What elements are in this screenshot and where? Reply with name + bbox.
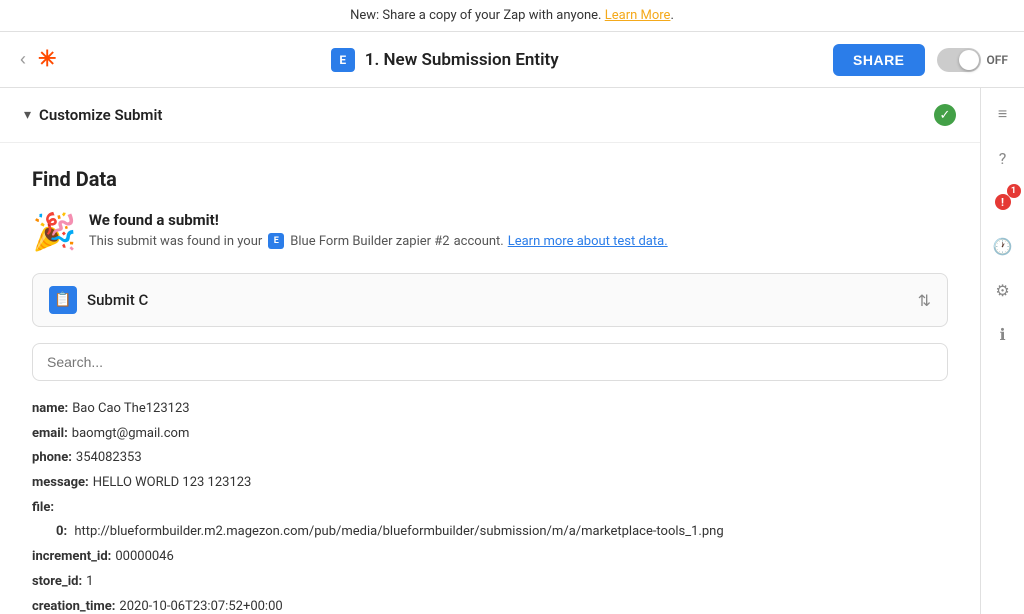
field-key: file: <box>32 496 54 521</box>
toggle-thumb <box>959 50 979 70</box>
settings-icon[interactable]: ⚙ <box>989 276 1017 304</box>
found-title: We found a submit! <box>89 211 668 229</box>
field-key: increment_id: <box>32 545 111 570</box>
card-body: Find Data 🎉 We found a submit! This subm… <box>0 143 980 614</box>
data-fields: name: Bao Cao The123123 email: baomgt@gm… <box>32 397 948 614</box>
toggle[interactable] <box>937 48 981 72</box>
field-key: store_id: <box>32 570 82 595</box>
list-item: email: baomgt@gmail.com <box>32 422 948 447</box>
field-key: creation_time: <box>32 595 115 614</box>
field-value: 354082353 <box>76 446 142 471</box>
chevron-down-icon[interactable]: ▾ <box>24 107 31 123</box>
submit-selector: 📋 Submit C ⇅ <box>32 273 948 327</box>
field-value: HELLO WORLD 123 123123 <box>93 471 252 496</box>
header-left: ‹ ✳ <box>16 45 56 74</box>
field-value: 00000046 <box>115 545 173 570</box>
list-item: file: <box>32 496 948 521</box>
share-button[interactable]: SHARE <box>833 44 925 76</box>
found-banner: 🎉 We found a submit! This submit was fou… <box>32 211 948 253</box>
party-icon: 🎉 <box>32 211 77 253</box>
card-section-title: Customize Submit <box>39 106 162 124</box>
field-key: message: <box>32 471 89 496</box>
submit-selector-inner: 📋 Submit C ⇅ <box>33 274 947 326</box>
field-key: name: <box>32 397 68 422</box>
header-right: SHARE OFF <box>833 44 1008 76</box>
field-value: 1 <box>86 570 93 595</box>
header-center: E 1. New Submission Entity <box>56 48 833 72</box>
submit-label: Submit C <box>87 291 908 309</box>
find-data-title: Find Data <box>32 167 948 191</box>
list-item: creation_time: 2020-10-06T23:07:52+00:00 <box>32 595 948 614</box>
notif-link[interactable]: Learn More <box>605 8 671 23</box>
page-title: 1. New Submission Entity <box>365 50 559 70</box>
toggle-wrap: OFF <box>937 48 1008 72</box>
right-sidebar: ≡ ? ! 1 🕐 ⚙ ℹ <box>980 88 1024 614</box>
toggle-label: OFF <box>987 53 1008 67</box>
field-value: Bao Cao The123123 <box>72 397 189 422</box>
list-item: increment_id: 00000046 <box>32 545 948 570</box>
alert-badge: 1 <box>1007 184 1021 198</box>
card: ▾ Customize Submit ✓ Find Data 🎉 We foun… <box>0 88 980 614</box>
notif-text: New: Share a copy of your Zap with anyon… <box>350 8 601 23</box>
test-data-link[interactable]: Learn more about test data. <box>508 234 668 249</box>
main-layout: ▾ Customize Submit ✓ Find Data 🎉 We foun… <box>0 88 1024 614</box>
alert-icon[interactable]: ! 1 <box>989 188 1017 216</box>
selector-arrow-icon[interactable]: ⇅ <box>918 291 931 310</box>
field-key: 0: <box>56 524 67 539</box>
list-item: 0: http://blueformbuilder.m2.magezon.com… <box>32 520 948 545</box>
field-key: phone: <box>32 446 72 471</box>
card-header-left: ▾ Customize Submit <box>24 106 162 124</box>
found-account: Blue Form Builder zapier #2 <box>290 234 449 249</box>
list-item: phone: 354082353 <box>32 446 948 471</box>
help-icon[interactable]: ? <box>989 144 1017 172</box>
search-input[interactable] <box>32 343 948 381</box>
notif-bar: New: Share a copy of your Zap with anyon… <box>0 0 1024 32</box>
zapier-logo: ✳ <box>38 47 56 72</box>
header: ‹ ✳ E 1. New Submission Entity SHARE OFF <box>0 32 1024 88</box>
found-desc-suffix: account. <box>454 234 504 249</box>
content-area: ▾ Customize Submit ✓ Find Data 🎉 We foun… <box>0 88 980 614</box>
check-icon: ✓ <box>934 104 956 126</box>
field-value: baomgt@gmail.com <box>72 422 190 447</box>
menu-icon[interactable]: ≡ <box>989 100 1017 128</box>
field-key: email: <box>32 422 68 447</box>
history-icon[interactable]: 🕐 <box>989 232 1017 260</box>
list-item: name: Bao Cao The123123 <box>32 397 948 422</box>
card-header: ▾ Customize Submit ✓ <box>0 88 980 143</box>
account-badge: E <box>268 233 284 249</box>
found-text: We found a submit! This submit was found… <box>89 211 668 249</box>
field-value: 2020-10-06T23:07:52+00:00 <box>119 595 282 614</box>
found-desc: This submit was found in your E Blue For… <box>89 233 668 249</box>
back-button[interactable]: ‹ <box>16 45 30 74</box>
step-badge: E <box>331 48 355 72</box>
submit-icon: 📋 <box>49 286 77 314</box>
info-icon[interactable]: ℹ <box>989 320 1017 348</box>
list-item: message: HELLO WORLD 123 123123 <box>32 471 948 496</box>
field-value: http://blueformbuilder.m2.magezon.com/pu… <box>74 524 723 539</box>
found-desc-prefix: This submit was found in your <box>89 234 262 249</box>
list-item: store_id: 1 <box>32 570 948 595</box>
